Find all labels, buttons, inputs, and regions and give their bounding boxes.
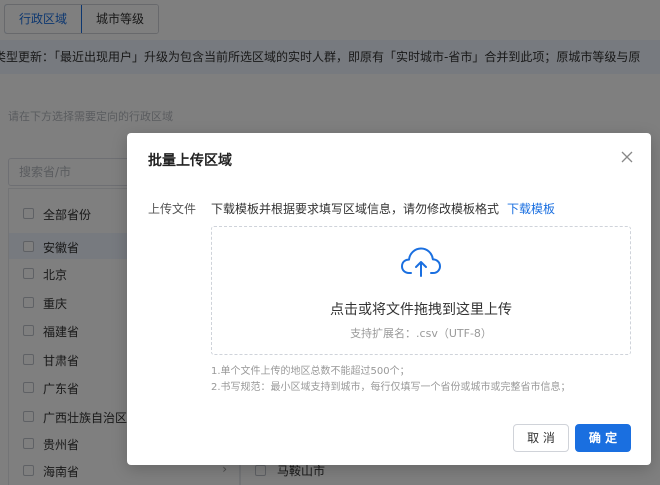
upload-field-label: 上传文件 [148,202,197,216]
dialog-title: 批量上传区域 [148,153,232,169]
confirm-button[interactable]: 确 定 [575,424,631,452]
dropzone-main-text: 点击或将文件拖拽到这里上传 [330,302,512,318]
download-template-link[interactable]: 下载模板 [507,202,555,216]
bulk-upload-dialog: 批量上传区域 上传文件 下载模板并根据要求填写区域信息，请勿修改模板格式 下载模板… [127,133,651,465]
dropzone-sub-text: 支持扩展名：.csv（UTF-8） [350,327,492,340]
cancel-button[interactable]: 取 消 [513,424,569,452]
upload-rule-2: 2.书写规范：最小区域支持到城市，每行仅填写一个省份或城市或完整省市信息； [211,382,571,393]
upload-description: 下载模板并根据要求填写区域信息，请勿修改模板格式 下载模板 [211,200,555,217]
cloud-upload-icon [401,247,441,277]
file-dropzone[interactable]: 点击或将文件拖拽到这里上传 支持扩展名：.csv（UTF-8） [211,226,631,355]
close-icon[interactable] [619,149,635,165]
upload-rules: 1.单个文件上传的地区总数不能超过500个； 2.书写规范：最小区域支持到城市，… [211,364,571,396]
upload-rule-1: 1.单个文件上传的地区总数不能超过500个； [211,366,410,377]
upload-description-text: 下载模板并根据要求填写区域信息，请勿修改模板格式 [211,202,500,216]
